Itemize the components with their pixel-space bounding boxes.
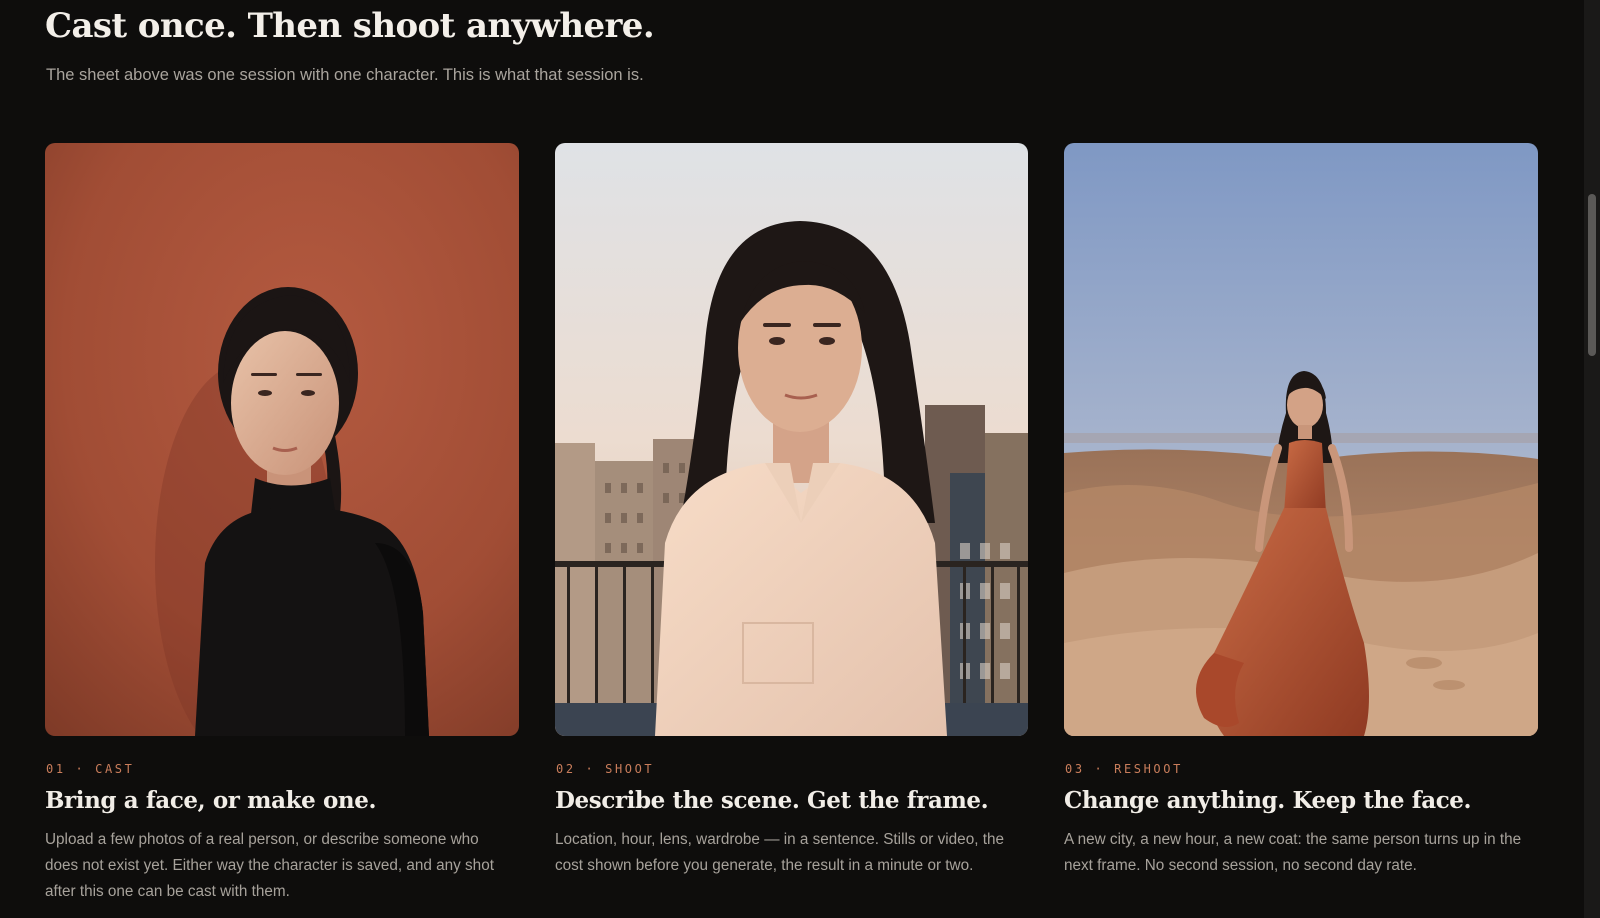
- scrollbar[interactable]: [1584, 0, 1600, 918]
- card-photo-reshoot: [1064, 143, 1538, 736]
- card-title: Describe the scene. Get the frame.: [555, 787, 989, 814]
- card-eyebrow: 01 · CAST: [46, 762, 135, 776]
- step-card-cast: 01 · CAST Bring a face, or make one. Upl…: [45, 143, 519, 905]
- card-description: Upload a few photos of a real person, or…: [45, 831, 494, 900]
- section-subtitle: The sheet above was one session with one…: [46, 66, 644, 84]
- step-card-reshoot: 03 · RESHOOT Change anything. Keep the f…: [1064, 143, 1538, 879]
- card-title: Bring a face, or make one.: [45, 787, 377, 814]
- page: Cast once. Then shoot anywhere. The shee…: [0, 0, 1584, 918]
- card-description: A new city, a new hour, a new coat: the …: [1064, 831, 1522, 874]
- section-title: Cast once. Then shoot anywhere.: [45, 6, 655, 46]
- step-card-shoot: 02 · SHOOT Describe the scene. Get the f…: [555, 143, 1028, 879]
- card-photo-shoot: [555, 143, 1028, 736]
- card-title: Change anything. Keep the face.: [1064, 787, 1472, 814]
- card-photo-cast: [45, 143, 519, 736]
- card-description: Location, hour, lens, wardrobe — in a se…: [555, 831, 1004, 874]
- scrollbar-thumb[interactable]: [1588, 194, 1596, 356]
- card-eyebrow: 03 · RESHOOT: [1065, 762, 1183, 776]
- card-eyebrow: 02 · SHOOT: [556, 762, 655, 776]
